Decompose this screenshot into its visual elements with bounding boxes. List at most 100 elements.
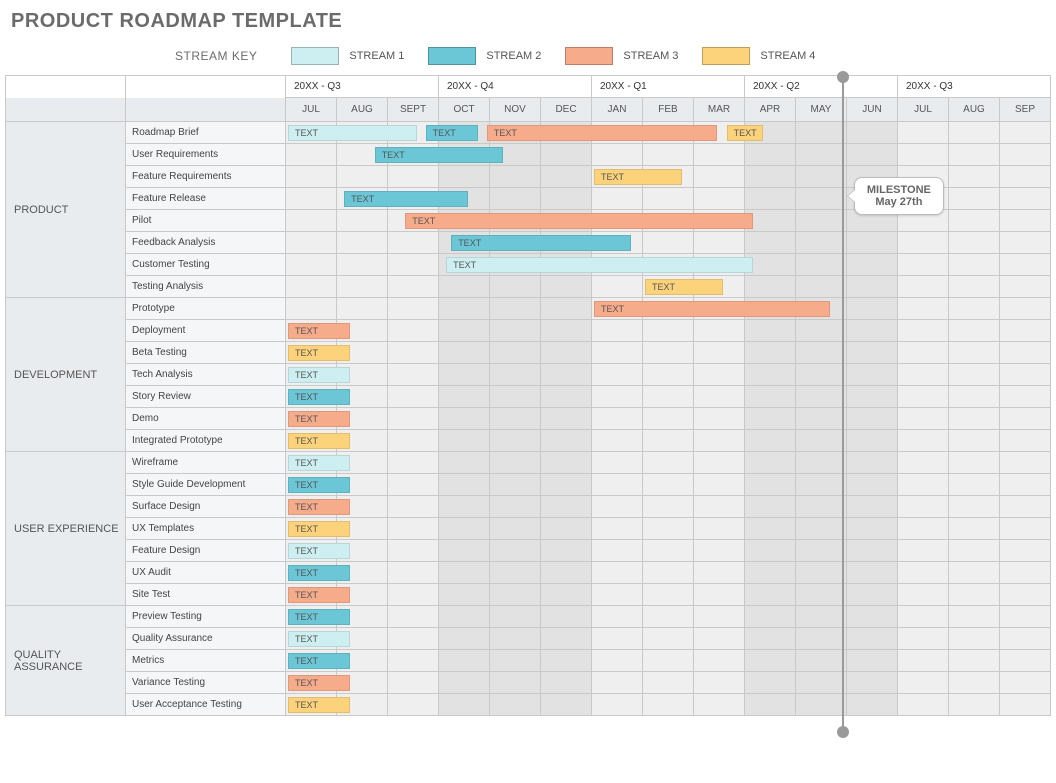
grid-cell[interactable] — [949, 276, 1000, 298]
grid-cell[interactable] — [898, 474, 949, 496]
grid-cell[interactable] — [592, 694, 643, 716]
grid-cell[interactable] — [643, 144, 694, 166]
grid-cell[interactable] — [439, 386, 490, 408]
grid-cell[interactable] — [388, 364, 439, 386]
grid-cell[interactable] — [847, 364, 898, 386]
gantt-bar[interactable]: TEXT — [405, 213, 753, 229]
task-cell[interactable]: Prototype — [126, 298, 286, 320]
grid-cell[interactable] — [898, 320, 949, 342]
grid-cell[interactable] — [388, 254, 439, 276]
grid-cell[interactable] — [949, 320, 1000, 342]
grid-cell[interactable] — [745, 694, 796, 716]
grid-cell[interactable] — [796, 144, 847, 166]
grid-cell[interactable] — [847, 540, 898, 562]
grid-cell[interactable] — [388, 408, 439, 430]
grid-cell[interactable] — [694, 386, 745, 408]
task-cell[interactable]: Testing Analysis — [126, 276, 286, 298]
task-cell[interactable]: Site Test — [126, 584, 286, 606]
grid-cell[interactable] — [643, 342, 694, 364]
gantt-bar[interactable]: TEXT — [288, 565, 350, 581]
grid-cell[interactable] — [694, 628, 745, 650]
grid-cell[interactable] — [439, 606, 490, 628]
task-cell[interactable]: Quality Assurance — [126, 628, 286, 650]
grid-cell[interactable] — [337, 276, 388, 298]
grid-cell[interactable] — [643, 584, 694, 606]
grid-cell[interactable] — [388, 166, 439, 188]
grid-cell[interactable] — [949, 518, 1000, 540]
grid-cell[interactable] — [541, 342, 592, 364]
grid-cell[interactable] — [439, 518, 490, 540]
task-cell[interactable]: Demo — [126, 408, 286, 430]
gantt-bar[interactable]: TEXT — [727, 125, 764, 141]
grid-cell[interactable] — [490, 496, 541, 518]
gantt-bar[interactable]: TEXT — [288, 587, 350, 603]
grid-cell[interactable] — [898, 518, 949, 540]
task-cell[interactable]: Roadmap Brief — [126, 122, 286, 144]
task-cell[interactable]: Style Guide Development — [126, 474, 286, 496]
grid-cell[interactable] — [847, 606, 898, 628]
grid-cell[interactable] — [847, 386, 898, 408]
task-cell[interactable]: Tech Analysis — [126, 364, 286, 386]
grid-cell[interactable] — [694, 430, 745, 452]
task-cell[interactable]: Feature Design — [126, 540, 286, 562]
task-cell[interactable]: User Acceptance Testing — [126, 694, 286, 716]
task-cell[interactable]: UX Audit — [126, 562, 286, 584]
grid-cell[interactable] — [949, 144, 1000, 166]
task-cell[interactable]: Pilot — [126, 210, 286, 232]
grid-cell[interactable] — [694, 694, 745, 716]
grid-cell[interactable] — [388, 496, 439, 518]
grid-cell[interactable] — [796, 276, 847, 298]
grid-cell[interactable] — [949, 650, 1000, 672]
grid-cell[interactable] — [388, 562, 439, 584]
gantt-bar[interactable]: TEXT — [288, 477, 350, 493]
grid-cell[interactable] — [796, 122, 847, 144]
grid-cell[interactable] — [592, 386, 643, 408]
grid-cell[interactable] — [898, 430, 949, 452]
grid-cell[interactable] — [388, 672, 439, 694]
gantt-bar[interactable]: TEXT — [288, 675, 350, 691]
grid-cell[interactable] — [745, 342, 796, 364]
grid-cell[interactable] — [898, 144, 949, 166]
grid-cell[interactable] — [592, 628, 643, 650]
grid-cell[interactable] — [796, 232, 847, 254]
grid-cell[interactable] — [643, 452, 694, 474]
grid-cell[interactable] — [541, 188, 592, 210]
grid-cell[interactable] — [388, 474, 439, 496]
gantt-bar[interactable]: TEXT — [288, 389, 350, 405]
grid-cell[interactable] — [898, 408, 949, 430]
grid-cell[interactable] — [439, 408, 490, 430]
grid-cell[interactable] — [847, 254, 898, 276]
grid-cell[interactable] — [490, 650, 541, 672]
grid-cell[interactable] — [643, 232, 694, 254]
grid-cell[interactable] — [541, 386, 592, 408]
grid-cell[interactable] — [388, 606, 439, 628]
gantt-bar[interactable]: TEXT — [288, 653, 350, 669]
grid-cell[interactable] — [745, 430, 796, 452]
grid-cell[interactable] — [541, 430, 592, 452]
gantt-bar[interactable]: TEXT — [288, 345, 350, 361]
gantt-bar[interactable]: TEXT — [451, 235, 631, 251]
grid-cell[interactable] — [898, 276, 949, 298]
grid-cell[interactable] — [541, 584, 592, 606]
grid-cell[interactable] — [541, 606, 592, 628]
grid-cell[interactable] — [1000, 474, 1051, 496]
grid-cell[interactable] — [541, 694, 592, 716]
task-cell[interactable]: Integrated Prototype — [126, 430, 286, 452]
grid-cell[interactable] — [1000, 386, 1051, 408]
grid-cell[interactable] — [1000, 298, 1051, 320]
grid-cell[interactable] — [643, 540, 694, 562]
grid-cell[interactable] — [847, 342, 898, 364]
grid-cell[interactable] — [592, 342, 643, 364]
grid-cell[interactable] — [847, 232, 898, 254]
grid-cell[interactable] — [541, 320, 592, 342]
grid-cell[interactable] — [898, 122, 949, 144]
grid-cell[interactable] — [847, 276, 898, 298]
gantt-bar[interactable]: TEXT — [487, 125, 718, 141]
grid-cell[interactable] — [592, 276, 643, 298]
grid-cell[interactable] — [796, 650, 847, 672]
grid-cell[interactable] — [439, 540, 490, 562]
grid-cell[interactable] — [694, 672, 745, 694]
grid-cell[interactable] — [847, 320, 898, 342]
grid-cell[interactable] — [745, 518, 796, 540]
grid-cell[interactable] — [439, 276, 490, 298]
